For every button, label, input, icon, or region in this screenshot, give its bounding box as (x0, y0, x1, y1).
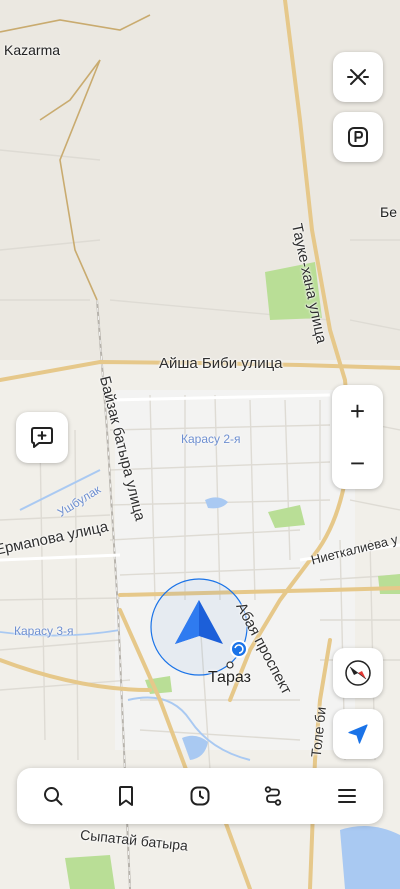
navigation-arrow-icon (348, 724, 368, 744)
parking-button[interactable] (333, 112, 383, 162)
tab-menu[interactable] (317, 768, 377, 824)
label-karasu-2: Карасу 2-я (181, 432, 241, 446)
menu-icon (338, 789, 356, 803)
my-location-button[interactable] (333, 709, 383, 759)
compass-button[interactable] (333, 648, 383, 698)
bookmark-icon (119, 786, 133, 806)
sync-badge (230, 640, 248, 658)
zoom-out-button[interactable]: − (332, 437, 383, 489)
crossed-arrows-icon (347, 69, 369, 85)
zoom-out-label: − (349, 448, 366, 478)
parking-icon (348, 127, 368, 147)
tab-history[interactable] (170, 768, 230, 824)
label-karasu-3: Карасу 3-я (14, 624, 74, 638)
label-taraz: Тараз (208, 669, 251, 686)
label-be: Бе (380, 204, 397, 220)
label-aisha-bibi: Айша Биби улица (159, 355, 283, 372)
clock-icon (190, 786, 210, 806)
label-kazarma: Kazarma (4, 42, 61, 58)
tab-routes[interactable] (243, 768, 303, 824)
route-icon (264, 786, 282, 806)
zoom-in-button[interactable]: + (332, 385, 383, 437)
compass-icon (345, 660, 371, 686)
search-icon (44, 787, 63, 806)
bottom-navigation (17, 768, 383, 824)
city-point (226, 661, 234, 669)
zoom-in-label: + (349, 396, 366, 426)
tab-search[interactable] (23, 768, 83, 824)
zoom-control: + − (332, 385, 383, 489)
add-comment-icon (31, 426, 53, 448)
add-comment-button[interactable] (16, 412, 68, 463)
tab-bookmarks[interactable] (96, 768, 156, 824)
layers-button[interactable] (333, 52, 383, 102)
